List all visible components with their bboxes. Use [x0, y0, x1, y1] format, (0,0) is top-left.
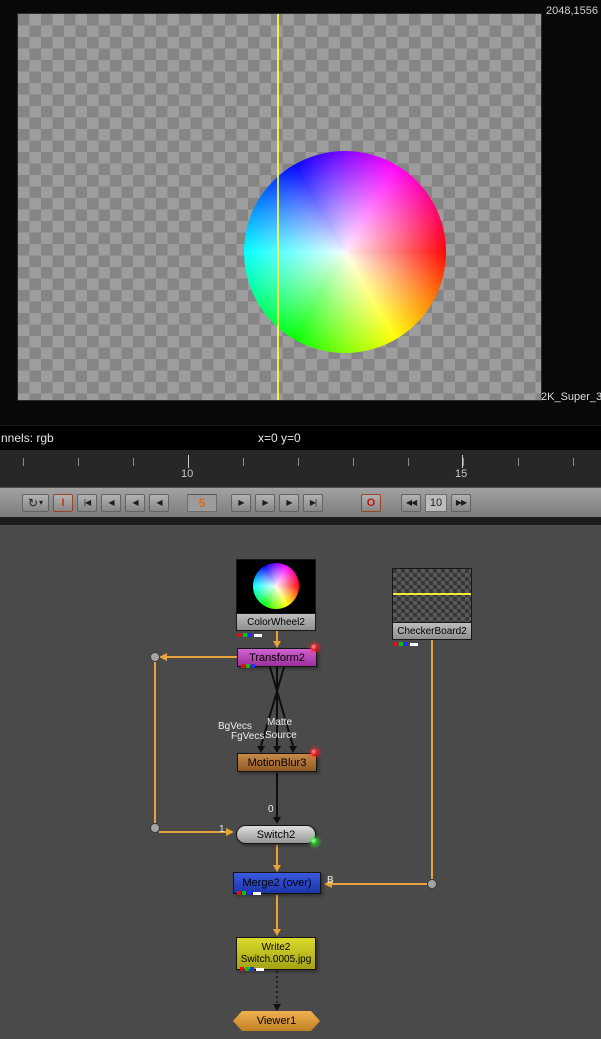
play-backward-button[interactable]: ◀ — [125, 494, 145, 512]
play-forward-button[interactable]: ▶ — [255, 494, 275, 512]
chevron-down-icon: ▾ — [39, 498, 43, 507]
goto-start-button[interactable]: |◀ — [77, 494, 97, 512]
timeline-minor-ticks — [0, 458, 601, 466]
channel-indicator — [237, 891, 261, 895]
prev-keyframe-button[interactable]: ◀ — [101, 494, 121, 512]
timeline-frame-label: 15 — [455, 468, 467, 480]
colorwheel-image — [244, 151, 446, 353]
loop-icon: ↻ — [28, 496, 38, 510]
nuke-window: 2048,1556 2K_Super_3 nnels: rgb x=0 y=0 … — [0, 0, 601, 1039]
skip-back-button[interactable]: ◀◀ — [401, 494, 421, 512]
channel-indicator — [238, 633, 262, 637]
colorwheel-thumbnail — [236, 559, 316, 613]
timeline-frame-label: 10 — [181, 468, 193, 480]
node-transform2[interactable]: Transform2 — [237, 648, 317, 667]
wire-transform-switch — [155, 653, 237, 836]
timeline-major-tick — [188, 455, 189, 468]
node-motionblur3[interactable]: MotionBlur3 — [237, 753, 317, 772]
wire-elbow-dot — [428, 880, 437, 889]
node-checkerboard2[interactable]: CheckerBoard2 — [392, 568, 472, 640]
checkerboard-thumb-image — [393, 569, 471, 622]
node-graph-panel[interactable]: ColorWheel2 CheckerBoard2 Transform2 — [0, 517, 601, 1039]
input-label-source: Source — [265, 730, 297, 741]
timeline-ruler[interactable]: 10 15 — [0, 450, 601, 487]
frame-increment-field[interactable]: 10 — [425, 494, 447, 512]
wire-write-viewer — [273, 971, 281, 1011]
node-label: Merge2 (over) — [242, 877, 311, 889]
node-label: CheckerBoard2 — [392, 622, 472, 640]
out-point-button[interactable]: O — [361, 494, 381, 512]
node-file-label: Switch.0005.jpg — [241, 954, 312, 966]
node-label: Write2 — [262, 942, 291, 954]
channel-indicator — [241, 664, 255, 668]
node-write2[interactable]: Write2 Switch.0005.jpg — [236, 937, 316, 970]
skip-forward-button[interactable]: ▶▶ — [451, 494, 471, 512]
next-keyframe-button[interactable]: ▶ — [279, 494, 299, 512]
channels-label: nnels: rgb — [1, 431, 54, 445]
pixel-coords-label: x=0 y=0 — [258, 431, 301, 445]
viewer-viewport[interactable] — [18, 14, 541, 400]
wire-elbow-dot — [151, 653, 160, 662]
node-label: Viewer1 — [257, 1015, 297, 1027]
goto-end-button[interactable]: ▶| — [303, 494, 323, 512]
node-viewer1[interactable]: Viewer1 — [233, 1011, 320, 1031]
viewer-panel[interactable]: 2048,1556 2K_Super_3 — [0, 0, 601, 425]
node-label: Transform2 — [249, 652, 305, 664]
wire-merge-write — [273, 895, 281, 936]
input-label-1: 1 — [219, 824, 225, 835]
wire-colorwheel-transform — [273, 630, 281, 648]
input-label-matte: Matte — [267, 717, 292, 728]
step-backward-button[interactable]: ◀ — [149, 494, 169, 512]
node-label: Switch2 — [257, 829, 296, 841]
node-colorwheel2[interactable]: ColorWheel2 — [236, 559, 316, 631]
wire-switch-merge — [273, 845, 281, 872]
colorwheel-thumb-image — [253, 563, 299, 609]
node-merge2[interactable]: Merge2 (over) — [233, 872, 321, 894]
checkerboard-thumbnail — [392, 568, 472, 622]
status-indicator — [311, 838, 318, 845]
wire-motionblur-switch — [273, 773, 281, 824]
node-switch2[interactable]: Switch2 — [236, 825, 316, 844]
in-point-button[interactable]: I — [53, 494, 73, 512]
channel-indicator — [240, 967, 264, 971]
node-label: ColorWheel2 — [236, 613, 316, 631]
playback-mode-button[interactable]: ↻ ▾ — [22, 494, 49, 512]
channel-indicator — [394, 642, 418, 646]
input-label-fgvecs: FgVecs — [231, 731, 264, 742]
node-label: MotionBlur3 — [248, 757, 307, 769]
viewer-resolution-label: 2048,1556 — [546, 5, 598, 17]
step-forward-button[interactable]: ▶ — [231, 494, 251, 512]
panel-divider — [0, 517, 601, 525]
error-indicator — [311, 644, 318, 651]
error-indicator — [311, 749, 318, 756]
thumb-scanline — [393, 593, 471, 595]
viewer-format-label: 2K_Super_3 — [541, 391, 601, 403]
wire-checkerboard-merge — [324, 637, 432, 888]
transport-toolbar: ↻ ▾ I |◀ ◀ ◀ ◀ 5 ▶ ▶ ▶ ▶| O ◀◀ 10 ▶▶ — [0, 487, 601, 517]
input-label-0: 0 — [268, 804, 274, 815]
current-frame-field[interactable]: 5 — [187, 494, 217, 512]
wire-elbow-dot — [151, 824, 160, 833]
viewer-cursor-line — [277, 14, 279, 400]
input-label-b: B — [327, 875, 334, 886]
viewer-status-bar: nnels: rgb x=0 y=0 — [0, 425, 601, 450]
timeline-major-tick — [462, 455, 463, 468]
